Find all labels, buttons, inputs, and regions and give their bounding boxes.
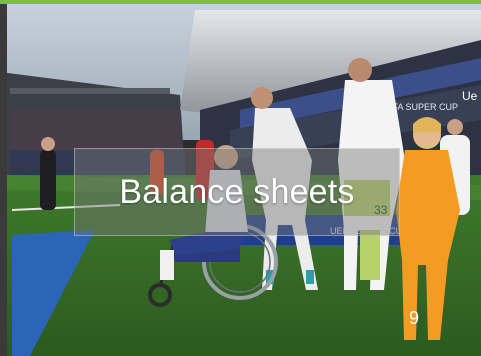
slide-edge bbox=[0, 4, 7, 356]
svg-text:Ue: Ue bbox=[462, 89, 478, 103]
accent-bar bbox=[0, 0, 481, 4]
title-box[interactable]: Balance sheets bbox=[74, 148, 400, 236]
slide-title: Balance sheets bbox=[119, 172, 355, 211]
slide-number: 9 bbox=[408, 308, 419, 328]
presentation-slide: UEFA SUPER CUP UEFA SUPER CUP Ue 33 bbox=[0, 0, 481, 356]
